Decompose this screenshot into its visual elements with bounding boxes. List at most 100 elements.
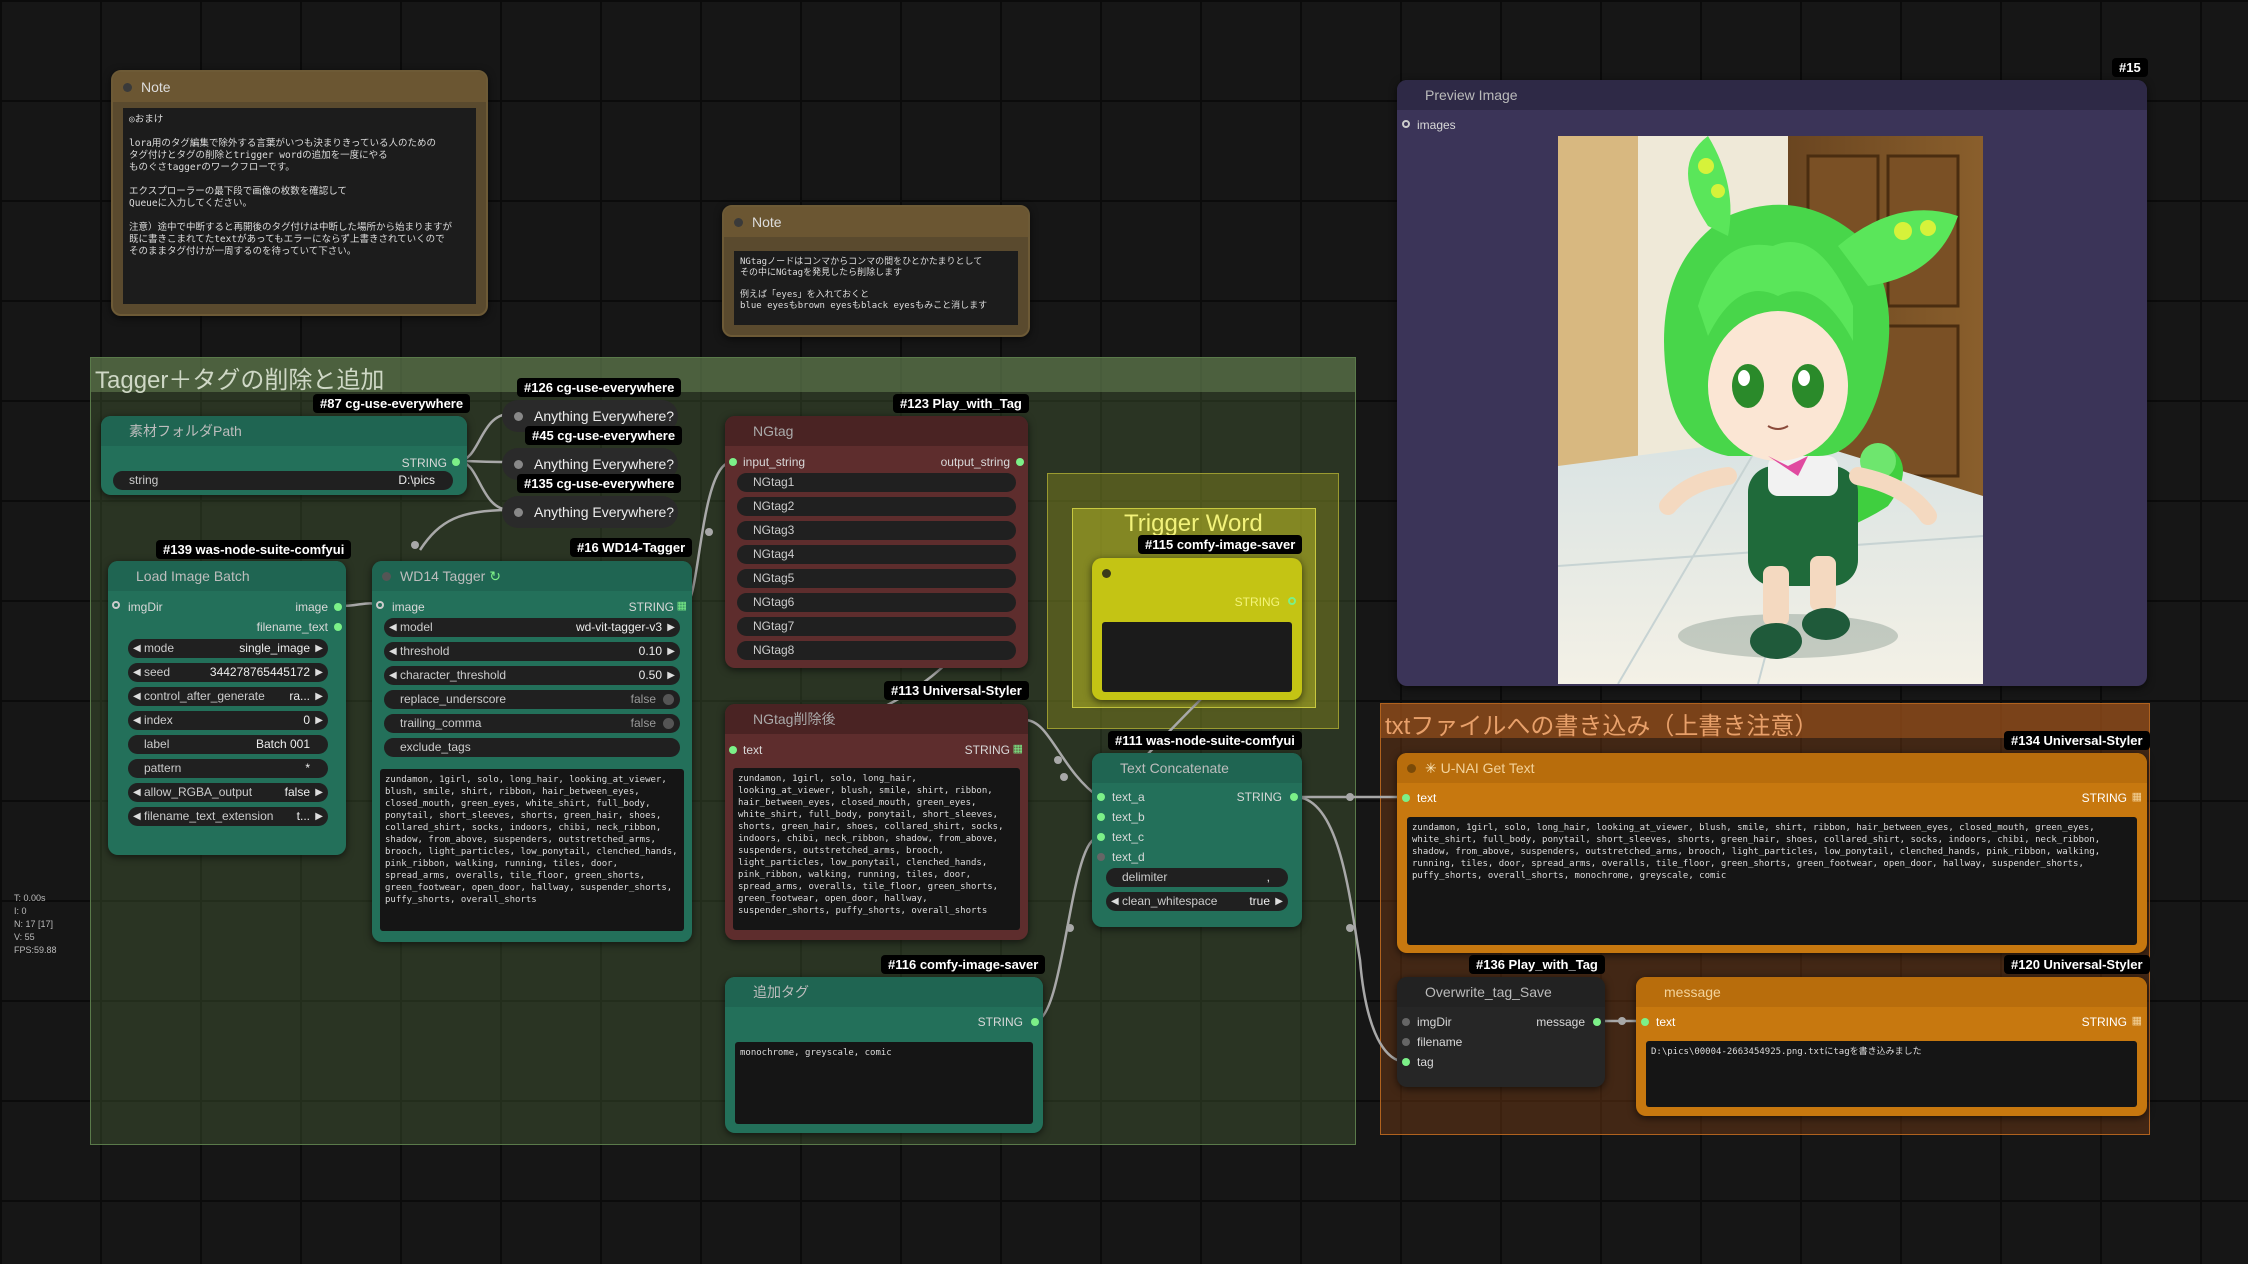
note-textarea[interactable]: ◎おまけ lora用のタグ編集で除外する言葉がいつも決まりきっている人のための … [123,108,476,304]
clean-whitespace-widget[interactable]: ◀ clean_whitespace true ▶ [1106,892,1288,911]
input-socket[interactable] [1402,794,1410,802]
output-socket[interactable] [1016,458,1024,466]
input-label: imgDir [1417,1015,1452,1029]
input-socket[interactable] [1402,120,1410,128]
node-id-badge: #136 Play_with_Tag [1469,955,1605,974]
output-label: STRING [2081,791,2127,805]
exclude-tags-widget[interactable]: exclude_tags [384,738,680,757]
node-title: 追加タグ [725,977,1043,1007]
node-collapse-dot[interactable] [1102,569,1111,578]
grid-output-icon[interactable]: ▦ [1013,742,1023,755]
load-image-batch-node[interactable]: Load Image Batch imgDir image filename_t… [108,561,346,855]
output-socket[interactable] [1288,597,1296,605]
ngtag-field[interactable]: NGtag3 [737,521,1016,540]
threshold-widget[interactable]: ◀ threshold 0.10 ▶ [384,642,680,661]
message-textarea[interactable]: D:\pics\00004-2663454925.png.txtにtagを書き込… [1646,1041,2137,1107]
pattern-widget[interactable]: pattern * [128,759,328,778]
output-socket[interactable] [1290,793,1298,801]
output-socket[interactable] [1031,1018,1039,1026]
output-label: STRING [964,743,1010,757]
ngtag-after-node[interactable]: NGtag削除後 text STRING ▦ zundamon, 1girl, … [725,704,1028,940]
preview-image-node[interactable]: Preview Image images [1397,80,2147,686]
ngtag-field[interactable]: NGtag7 [737,617,1016,636]
input-socket[interactable] [514,412,523,421]
node-title: Anything Everywhere? [534,504,675,520]
input-socket[interactable] [514,460,523,469]
delimiter-widget[interactable]: delimiter, [1106,868,1288,887]
input-socket-text-d[interactable] [1097,853,1105,861]
grid-output-icon[interactable]: ▦ [2132,790,2142,803]
overwrite-tag-save-node[interactable]: Overwrite_tag_Save imgDir filename tag m… [1397,977,1605,1087]
input-label: image [392,600,425,614]
node-id-badge: #134 Universal-Styler [2004,731,2150,750]
tags-output-textarea[interactable]: zundamon, 1girl, solo, long_hair, lookin… [380,769,684,931]
ngtag-field[interactable]: NGtag4 [737,545,1016,564]
node-collapse-dot[interactable] [734,218,743,227]
model-widget[interactable]: ◀ model wd-vit-tagger-v3 ▶ [384,618,680,637]
input-socket-text-b[interactable] [1097,813,1105,821]
refresh-icon[interactable]: ↻ [489,568,501,584]
text-concatenate-node[interactable]: Text Concatenate STRING text_a text_b te… [1092,753,1302,927]
output-label: image [295,600,328,614]
output-socket[interactable] [334,623,342,631]
unai-get-text-node[interactable]: ✳ U-NAI Get Text text STRING ▦ zundamon,… [1397,753,2147,953]
output-socket[interactable] [1593,1018,1601,1026]
label-widget[interactable]: label Batch 001 [128,735,328,754]
input-label: text [743,743,763,757]
replace-underscore-toggle[interactable]: replace_underscore false [384,690,680,709]
filename-ext-widget[interactable]: ◀ filename_text_extension t... ▶ [128,807,328,826]
node-id-badge: #123 Play_with_Tag [893,394,1029,413]
input-socket-text-c[interactable] [1097,833,1105,841]
node-id-badge: #120 Universal-Styler [2004,955,2150,974]
ngtag-field[interactable]: NGtag2 [737,497,1016,516]
widget-value: D:\pics [398,473,435,487]
index-widget[interactable]: ◀ index 0 ▶ [128,711,328,730]
allow-rgba-widget[interactable]: ◀ allow_RGBA_output false ▶ [128,783,328,802]
input-socket[interactable] [1402,1038,1410,1046]
note-node-2[interactable]: Note NGtagノードはコンマからコンマの間をひとかたまりとして その中にN… [722,205,1030,337]
widget-label: NGtag5 [753,571,795,585]
grid-output-icon[interactable]: ▦ [677,599,687,612]
ngtag-field[interactable]: NGtag8 [737,641,1016,660]
string-widget[interactable]: string D:\pics [113,471,453,490]
input-socket[interactable] [514,508,523,517]
node-collapse-dot[interactable] [123,83,132,92]
input-socket[interactable] [1402,1018,1410,1026]
ngtag-field[interactable]: NGtag6 [737,593,1016,612]
add-tag-node[interactable]: 追加タグ STRING monochrome, greyscale, comic [725,977,1043,1133]
trigger-word-textarea[interactable] [1102,622,1292,692]
ngtag-node[interactable]: NGtag input_string output_string NGtag1 N… [725,416,1028,668]
input-socket[interactable] [376,601,384,609]
trailing-comma-toggle[interactable]: trailing_comma false [384,714,680,733]
sozai-folder-path-node[interactable]: 素材フォルダPath STRING string D:\pics [101,416,467,495]
input-socket[interactable] [1641,1018,1649,1026]
seed-widget[interactable]: ◀ seed 344278765445172 ▶ [128,663,328,682]
ngtag-field[interactable]: NGtag1 [737,473,1016,492]
input-label: filename [1417,1035,1463,1049]
input-socket-text-a[interactable] [1097,793,1105,801]
node-id-badge: #87 cg-use-everywhere [313,394,471,413]
add-tag-textarea[interactable]: monochrome, greyscale, comic [735,1042,1033,1124]
node-title: Load Image Batch [108,561,346,591]
input-socket[interactable] [729,746,737,754]
trigger-word-node[interactable]: STRING [1092,558,1302,700]
mode-widget[interactable]: ◀ mode single_image ▶ [128,639,328,658]
input-socket[interactable] [112,601,120,609]
grid-output-icon[interactable]: ▦ [2132,1014,2142,1027]
widget-label: NGtag1 [753,475,795,489]
control-after-generate-widget[interactable]: ◀ control_after_generate ra... ▶ [128,687,328,706]
text-widget[interactable]: zundamon, 1girl, solo, long_hair, lookin… [733,768,1020,930]
wd14-tagger-node[interactable]: WD14 Tagger ↻ image STRING ▦ ◀ model wd-vi… [372,561,692,942]
input-socket[interactable] [1402,1058,1410,1066]
note-textarea[interactable]: NGtagノードはコンマからコンマの間をひとかたまりとして その中にNGtagを… [734,251,1018,325]
preview-image[interactable] [1558,136,1983,684]
anything-everywhere-node-135[interactable]: Anything Everywhere? [502,496,678,528]
note-node-1[interactable]: Note ◎おまけ lora用のタグ編集で除外する言葉がいつも決まりきっている人… [111,70,488,316]
text-widget[interactable]: zundamon, 1girl, solo, long_hair, lookin… [1407,817,2137,945]
output-socket[interactable] [334,603,342,611]
output-socket[interactable] [452,458,460,466]
message-node[interactable]: message text STRING ▦ D:\pics\00004-2663… [1636,977,2147,1116]
ngtag-field[interactable]: NGtag5 [737,569,1016,588]
character-threshold-widget[interactable]: ◀ character_threshold 0.50 ▶ [384,666,680,685]
input-socket[interactable] [729,458,737,466]
